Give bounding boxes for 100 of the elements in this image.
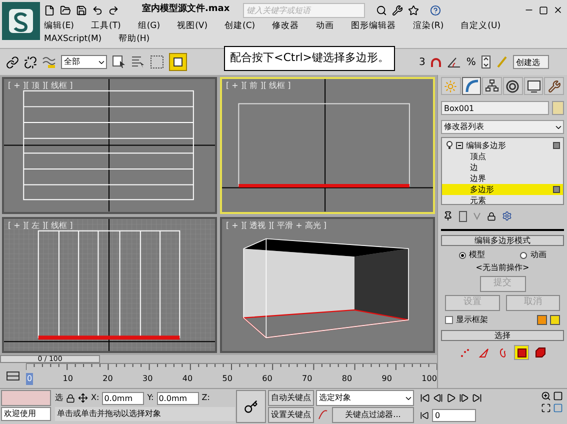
menu-item[interactable]: 修改器: [272, 20, 300, 33]
transform-mode-icon[interactable]: [78, 393, 88, 403]
menu-item[interactable]: 创建(C): [224, 20, 256, 33]
select-object-icon[interactable]: [112, 55, 126, 69]
named-selection-field[interactable]: 创建选: [512, 55, 549, 69]
polygon-level-icon[interactable]: [514, 345, 529, 360]
key-filters-button[interactable]: 关键点过滤器...: [332, 407, 414, 423]
pin-icon[interactable]: [443, 211, 453, 221]
rectangle-select-icon[interactable]: [150, 55, 164, 69]
save-icon[interactable]: [76, 4, 87, 16]
menu-item[interactable]: 工具(T): [91, 20, 121, 33]
select-by-name-icon[interactable]: [131, 55, 145, 69]
remove-modifier-icon[interactable]: [487, 212, 496, 220]
selection-filter-dropdown[interactable]: 全部: [61, 55, 107, 69]
viewport-label[interactable]: [ + ][ 顶 ][ 线框 ]: [8, 80, 73, 92]
menu-item[interactable]: 动画: [316, 20, 334, 33]
menu-item[interactable]: MAXScript(M): [44, 33, 102, 46]
cage-color-swatch[interactable]: [550, 315, 560, 325]
key-mode-dropdown[interactable]: 选定对象: [316, 390, 414, 406]
rollout-header[interactable]: 编辑多边形模式: [441, 235, 564, 246]
lightbulb-icon[interactable]: [446, 141, 453, 150]
menu-item[interactable]: 帮助(H): [118, 33, 150, 46]
menu-item[interactable]: 渲染(R): [413, 20, 444, 33]
link-icon[interactable]: [6, 56, 19, 68]
current-frame-field[interactable]: 0: [432, 408, 476, 422]
stack-item[interactable]: 边界: [442, 173, 563, 184]
key-mode-button[interactable]: [236, 390, 266, 423]
radio-button[interactable]: [458, 252, 466, 258]
viewport-label[interactable]: [ + ][ 左 ][ 线框 ]: [8, 220, 73, 232]
viewport[interactable]: [ + ][ 前 ][ 线框 ]: [220, 77, 435, 214]
stack-toggle-icon[interactable]: [553, 142, 560, 149]
viewport-label[interactable]: [ + ][ 前 ][ 线框 ]: [226, 80, 291, 92]
stack-toggle-icon[interactable]: [553, 186, 560, 193]
menu-item[interactable]: 组(G): [138, 20, 160, 33]
radio-label[interactable]: 动画: [530, 249, 546, 261]
window-crossing-icon[interactable]: [169, 53, 187, 71]
close-icon[interactable]: [553, 5, 563, 15]
menu-item[interactable]: 编辑(E): [44, 20, 74, 33]
spinner-snap-icon[interactable]: [480, 55, 491, 69]
star-icon[interactable]: [408, 4, 419, 16]
hierarchy-icon[interactable]: [482, 77, 502, 95]
next-frame-icon[interactable]: [459, 393, 469, 403]
snap-toggle[interactable]: 3: [419, 54, 426, 70]
star-burst-icon[interactable]: [441, 77, 461, 95]
object-name-field[interactable]: Box001: [441, 101, 549, 115]
go-to-end-icon[interactable]: [472, 393, 482, 403]
previous-frame-icon[interactable]: [433, 393, 443, 403]
key-mode-toggle-icon[interactable]: [420, 410, 429, 420]
magnet-icon[interactable]: [430, 57, 442, 67]
stack-item[interactable]: 元素: [442, 195, 563, 204]
checkbox[interactable]: [445, 316, 453, 324]
timeline-ruler[interactable]: 0 10 20 30 40 50 60 70 80 90 100: [26, 363, 437, 388]
set-key-button[interactable]: 设置关键点: [268, 407, 314, 423]
cage-color-swatch[interactable]: [537, 315, 547, 325]
y-coordinate-field[interactable]: 0.0mm: [156, 392, 199, 404]
app-logo[interactable]: [2, 2, 40, 40]
element-level-icon[interactable]: [533, 345, 548, 360]
menu-item[interactable]: 图形编辑器: [351, 20, 396, 33]
zoom-extents-icon[interactable]: [541, 403, 551, 413]
go-to-start-icon[interactable]: [420, 393, 430, 403]
undo-icon[interactable]: [92, 4, 103, 16]
monitor-icon[interactable]: [524, 77, 544, 95]
expand-toggle[interactable]: [456, 142, 463, 149]
stack-item[interactable]: 多边形: [442, 184, 563, 195]
configure-icon[interactable]: [502, 211, 512, 221]
viewport[interactable]: [ + ][ 左 ][ 线框 ]: [2, 216, 217, 353]
viewport[interactable]: [ + ][ 透视 ][ 平滑 + 高光 ]: [220, 216, 435, 353]
angle-snap-icon[interactable]: [447, 56, 462, 68]
open-folder-icon[interactable]: [60, 4, 71, 16]
auto-key-button[interactable]: 自动关键点: [268, 390, 314, 406]
wave-icon[interactable]: [42, 56, 56, 68]
percent-snap-toggle[interactable]: %: [466, 54, 476, 70]
wrench-icon[interactable]: [392, 4, 403, 16]
rollout-header[interactable]: 选择: [441, 330, 564, 341]
modifier-list-dropdown[interactable]: 修改器列表: [441, 120, 564, 134]
radio-label[interactable]: 模型: [468, 249, 485, 261]
checkbox-label[interactable]: 显示框架: [456, 314, 534, 326]
lock-icon[interactable]: [66, 394, 75, 402]
unlink-icon[interactable]: [24, 56, 37, 68]
viewport-label[interactable]: [ + ][ 透视 ][ 平滑 + 高光 ]: [226, 220, 326, 232]
play-icon[interactable]: [446, 393, 456, 403]
x-coordinate-field[interactable]: 0.0mm: [102, 392, 144, 404]
menu-item[interactable]: 自定义(U): [460, 20, 501, 33]
stack-item[interactable]: 顶点: [442, 151, 563, 162]
zoom-icon[interactable]: [541, 391, 551, 401]
stack-item[interactable]: 编辑多边形: [466, 140, 550, 151]
object-color-swatch[interactable]: [552, 101, 564, 115]
show-end-result-icon[interactable]: [459, 210, 467, 222]
maximize-icon[interactable]: [539, 6, 548, 14]
help-icon[interactable]: [430, 4, 441, 16]
stack-item[interactable]: 边: [442, 162, 563, 173]
new-file-icon[interactable]: [44, 4, 55, 16]
circle-target-icon[interactable]: [503, 77, 523, 95]
curve-icon[interactable]: [462, 77, 482, 95]
menu-item[interactable]: 视图(V): [177, 20, 208, 33]
hammer-icon[interactable]: [544, 77, 564, 95]
redo-icon[interactable]: [108, 4, 119, 16]
viewport[interactable]: [ + ][ 顶 ][ 线框 ]: [2, 77, 217, 214]
radio-button[interactable]: [520, 252, 528, 258]
search-field[interactable]: 键入关键字或短语: [242, 2, 365, 18]
